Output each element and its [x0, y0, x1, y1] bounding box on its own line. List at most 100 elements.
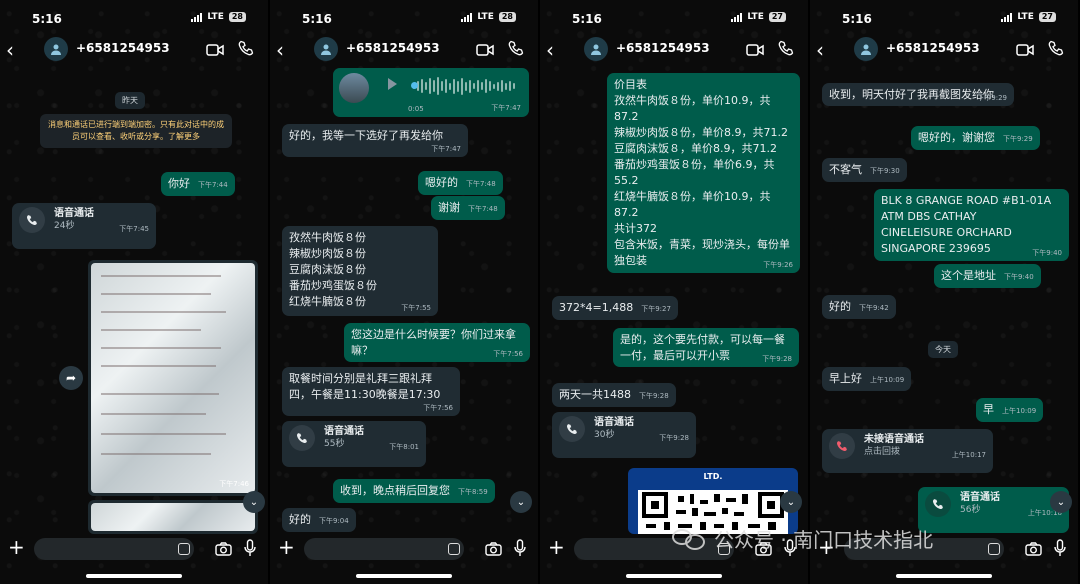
call-title: 语音通话: [54, 208, 94, 219]
voice-call-record[interactable]: 语音通话 55秒 下午8:01: [282, 421, 426, 467]
message-out: 谢谢 下午7:48: [431, 196, 505, 220]
image-message[interactable]: [88, 500, 258, 534]
message-out: BLK 8 GRANGE ROAD #B1-01A ATM DBS CATHAY…: [874, 189, 1069, 261]
call-title: 语音通话: [594, 417, 634, 428]
phone-call-icon[interactable]: [508, 40, 524, 60]
avatar[interactable]: [314, 37, 338, 61]
message-text: 好的: [829, 300, 851, 313]
network-label: LTE: [477, 12, 494, 22]
watermark-text: 公众号 · 南门口技术指北: [714, 528, 934, 552]
sticker-icon[interactable]: [178, 543, 190, 555]
back-button[interactable]: ‹: [546, 38, 554, 62]
phone-icon: [19, 207, 45, 233]
message-input[interactable]: [34, 538, 194, 560]
message-text: 早: [983, 403, 994, 416]
price-line: 豆腐肉沫饭８，单价8.9，共71.2: [614, 142, 777, 155]
message-text: 早上好: [829, 372, 862, 385]
signal-icon: [731, 12, 743, 22]
back-button[interactable]: ‹: [276, 38, 284, 62]
price-line: 番茄炒鸡蛋饭８份，单价6.9，共55.2: [614, 158, 775, 187]
message-in: 好的 下午9:42: [822, 295, 896, 319]
phone-call-icon[interactable]: [778, 40, 794, 60]
outgoing-call-icon: [925, 491, 951, 517]
call-duration: 30秒: [594, 430, 615, 440]
video-call-icon[interactable]: [206, 41, 224, 60]
missed-call-record[interactable]: 未接语音通话 点击回拨 上午10:17: [822, 429, 993, 473]
scroll-down-button[interactable]: ⌄: [780, 491, 802, 513]
camera-icon[interactable]: [1025, 541, 1042, 560]
chat-screen-3: 5:16 LTE 27 ‹ +6581254953 价目表 孜然牛肉饭８份，单价…: [540, 0, 809, 584]
image-message[interactable]: 下午7:46: [88, 260, 258, 496]
camera-icon[interactable]: [485, 541, 502, 560]
date-separator: 昨天: [115, 92, 145, 109]
message-text: 这个是地址: [941, 269, 996, 282]
voice-call-record[interactable]: 语音通话 24秒 下午7:45: [12, 203, 156, 249]
call-duration: 24秒: [54, 221, 75, 231]
contact-name[interactable]: +6581254953: [886, 41, 980, 55]
status-time: 5:16: [572, 12, 602, 26]
address-line: CINELEISURE ORCHARD: [881, 226, 1012, 239]
message-text: 你好: [168, 177, 190, 190]
contact-name[interactable]: +6581254953: [76, 41, 170, 55]
video-call-icon[interactable]: [1016, 41, 1034, 60]
scroll-down-button[interactable]: ⌄: [243, 491, 265, 513]
avatar[interactable]: [854, 37, 878, 61]
voice-message[interactable]: 0:05 下午7:47: [333, 68, 529, 117]
attach-plus-icon[interactable]: +: [278, 537, 295, 557]
avatar[interactable]: [44, 37, 68, 61]
home-indicator[interactable]: [356, 574, 452, 578]
call-title: 未接语音通话: [864, 434, 924, 445]
home-indicator[interactable]: [896, 574, 992, 578]
order-line: 孜然牛肉饭８份: [289, 231, 366, 244]
input-bar: +: [0, 534, 268, 564]
microphone-icon[interactable]: [514, 539, 526, 561]
message-input[interactable]: [304, 538, 464, 560]
message-text: 嗯好的，谢谢您: [918, 131, 995, 144]
message-out: 早上午10:09: [976, 398, 1044, 422]
camera-icon[interactable]: [215, 541, 232, 560]
voice-duration: 0:05: [408, 105, 424, 113]
voice-call-record[interactable]: 语音通话 30秒 下午9:28: [552, 412, 696, 458]
sticker-icon[interactable]: [448, 543, 460, 555]
message-out: 价目表 孜然牛肉饭８份，单价10.9，共87.2 辣椒炒肉饭８份，单价8.9，共…: [607, 73, 800, 273]
qr-label: LTD.: [703, 472, 723, 481]
message-in: 取餐时间分别是礼拜三跟礼拜四，午餐是11:30晚餐是17:30 下午7:56: [282, 367, 460, 416]
order-line: 番茄炒鸡蛋饭８份: [289, 279, 377, 292]
order-line: 辣椒炒肉饭８份: [289, 247, 366, 260]
message-time: 下午9:30: [870, 167, 900, 175]
back-button[interactable]: ‹: [816, 38, 824, 62]
encryption-notice[interactable]: 消息和通话已进行端到端加密。只有此对话中的成员可以查看、收听或分享。了解更多: [40, 114, 232, 148]
contact-name[interactable]: +6581254953: [346, 41, 440, 55]
message-text: 两天一共1488: [559, 388, 631, 401]
back-button[interactable]: ‹: [6, 38, 14, 62]
phone-call-icon[interactable]: [1048, 40, 1064, 60]
phone-call-icon[interactable]: [238, 40, 254, 60]
avatar[interactable]: [584, 37, 608, 61]
play-icon[interactable]: [388, 78, 397, 90]
chat-screen-2: 5:16 LTE 28 ‹ +6581254953 0:05 下午7:47 好的…: [270, 0, 539, 584]
attach-plus-icon[interactable]: +: [8, 537, 25, 557]
chat-header: ‹ +6581254953: [540, 36, 808, 66]
sticker-icon[interactable]: [988, 543, 1000, 555]
home-indicator[interactable]: [626, 574, 722, 578]
video-call-icon[interactable]: [746, 41, 764, 60]
video-call-icon[interactable]: [476, 41, 494, 60]
voice-call-record[interactable]: 语音通话 56秒 上午10:18: [918, 487, 1069, 533]
status-bar: 5:16 LTE 28: [270, 0, 538, 36]
scroll-down-button[interactable]: ⌄: [1050, 491, 1072, 513]
home-indicator[interactable]: [86, 574, 182, 578]
contact-name[interactable]: +6581254953: [616, 41, 710, 55]
forward-button[interactable]: ➦: [59, 366, 83, 390]
message-in: 372*4=1,488 下午9:27: [552, 296, 678, 320]
status-bar: 5:16 LTE 28: [0, 0, 268, 36]
attach-plus-icon[interactable]: +: [548, 537, 565, 557]
microphone-icon[interactable]: [1054, 539, 1066, 561]
message-out: 嗯好的 下午7:48: [418, 171, 503, 195]
network-label: LTE: [747, 12, 764, 22]
playback-position[interactable]: [411, 82, 418, 89]
message-in: 收到，明天付好了我再截图发给你 下午9:29: [822, 83, 1014, 106]
message-text: 好的，我等一下选好了再发给你: [289, 129, 443, 142]
microphone-icon[interactable]: [244, 539, 256, 561]
scroll-down-button[interactable]: ⌄: [510, 491, 532, 513]
message-text: 嗯好的: [425, 176, 458, 189]
